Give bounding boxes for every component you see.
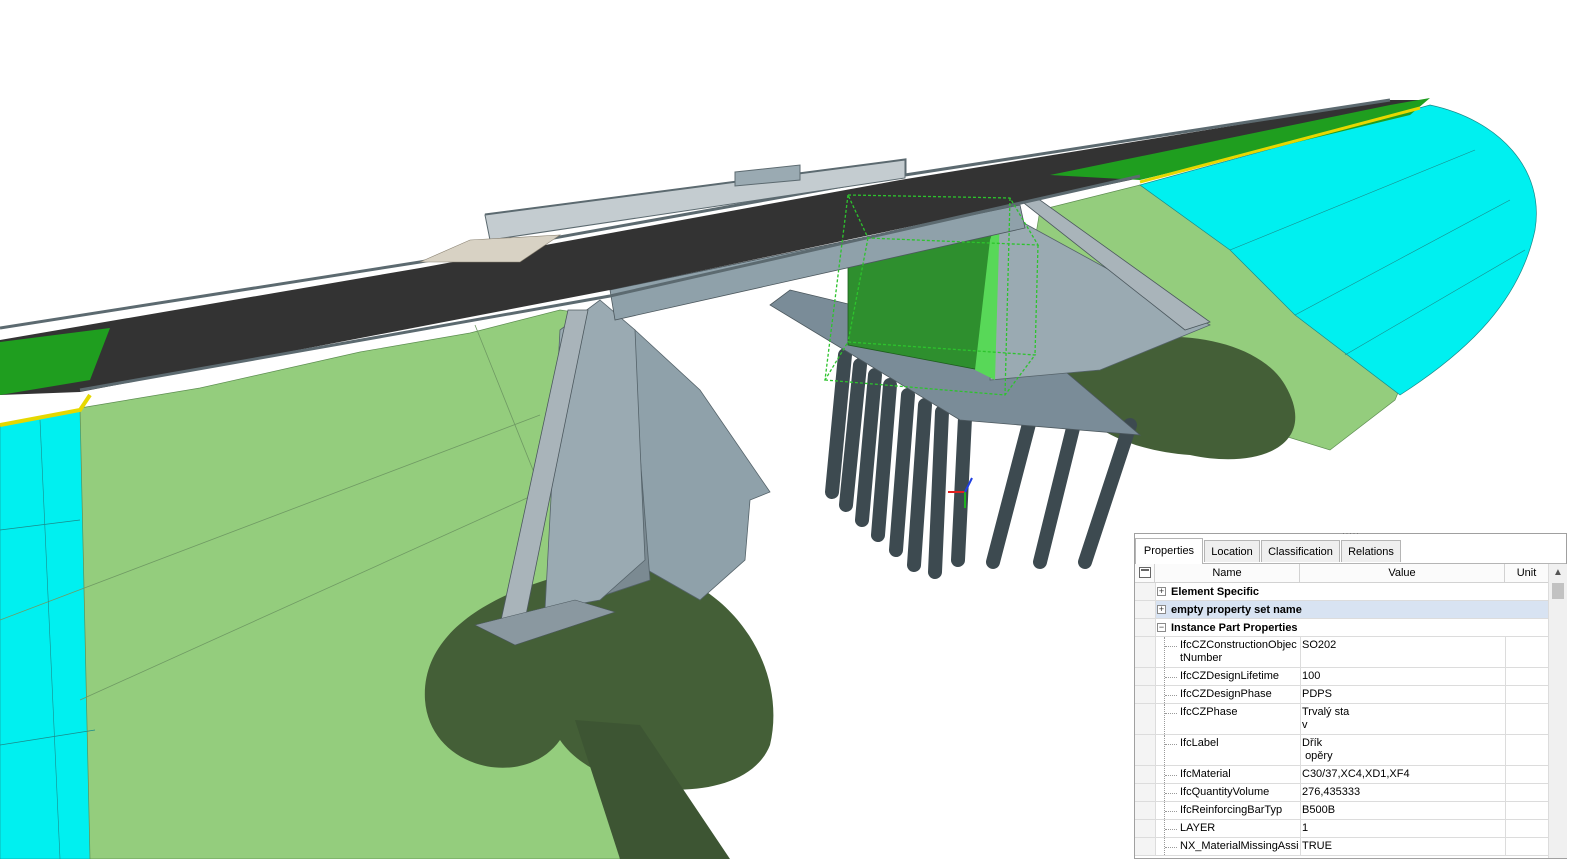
property-row[interactable]: IfcQuantityVolume 276,435333 — [1135, 784, 1548, 802]
group-row-instance-part-properties[interactable]: − Instance Part Properties — [1135, 619, 1548, 637]
scrollbar-thumb[interactable] — [1552, 583, 1564, 599]
property-row[interactable]: IfcLabel Dřík opěry — [1135, 735, 1548, 766]
row-gutter — [1135, 784, 1156, 801]
row-gutter — [1135, 735, 1156, 765]
property-name: IfcReinforcingBarTyp — [1180, 804, 1283, 816]
property-name: LAYER — [1180, 822, 1216, 834]
property-name: IfcCZConstructionObjectNumber — [1180, 639, 1297, 664]
property-value[interactable]: TRUE — [1302, 840, 1502, 853]
property-value[interactable]: PDPS — [1302, 688, 1502, 701]
property-row[interactable]: NX_MaterialMissingAssig TRUE — [1135, 838, 1548, 856]
expand-icon[interactable]: + — [1157, 605, 1166, 614]
row-gutter — [1135, 766, 1156, 783]
row-gutter — [1135, 583, 1156, 600]
row-gutter — [1135, 838, 1156, 855]
row-gutter — [1135, 619, 1156, 636]
group-label: empty property set name — [1171, 604, 1302, 616]
left-abutment-wing — [629, 329, 771, 601]
row-gutter — [1135, 704, 1156, 734]
property-value[interactable]: SO202 — [1302, 639, 1502, 652]
column-header-name[interactable]: Name — [1155, 564, 1300, 582]
property-name: IfcQuantityVolume — [1180, 786, 1270, 798]
scroll-up-icon[interactable]: ▲ — [1549, 564, 1567, 581]
tree-line — [1164, 637, 1179, 667]
property-name: IfcLabel — [1180, 737, 1219, 749]
property-value[interactable]: 1 — [1302, 822, 1502, 835]
left-slope-surface — [0, 407, 96, 859]
grid-header: Name Value Unit — [1135, 564, 1548, 583]
property-name: IfcCZDesignPhase — [1180, 688, 1272, 700]
property-name: IfcCZDesignLifetime — [1180, 670, 1280, 682]
property-row[interactable]: LAYER 1 — [1135, 820, 1548, 838]
group-row-empty-property-set[interactable]: + empty property set name — [1135, 601, 1548, 619]
property-value[interactable]: B500B — [1302, 804, 1502, 817]
property-row[interactable]: IfcReinforcingBarTyp B500B — [1135, 802, 1548, 820]
column-header-value[interactable]: Value — [1300, 564, 1505, 582]
tree-line — [1164, 766, 1179, 783]
group-label: Instance Part Properties — [1171, 622, 1298, 634]
row-gutter — [1135, 601, 1156, 618]
property-row[interactable]: IfcCZConstructionObjectNumber SO202 — [1135, 637, 1548, 668]
tree-line — [1164, 704, 1179, 734]
panel-resize-grip[interactable]: ..... — [1340, 527, 1362, 536]
grid-options-cell — [1135, 564, 1155, 582]
row-gutter — [1135, 802, 1156, 819]
property-grid: Name Value Unit + Element Specific + emp… — [1135, 564, 1548, 860]
properties-panel: ..... Properties Location Classification… — [1134, 527, 1567, 860]
vertical-scrollbar[interactable]: ▲ — [1548, 564, 1567, 858]
row-gutter — [1135, 668, 1156, 685]
tree-line — [1164, 838, 1179, 855]
tree-line — [1164, 802, 1179, 819]
group-label: Element Specific — [1171, 586, 1260, 598]
row-gutter — [1135, 686, 1156, 703]
property-row[interactable]: IfcCZDesignPhase PDPS — [1135, 686, 1548, 704]
property-value[interactable]: 100 — [1302, 670, 1502, 683]
row-gutter — [1135, 820, 1156, 837]
tab-classification[interactable]: Classification — [1261, 540, 1340, 562]
column-header-unit[interactable]: Unit — [1505, 564, 1548, 582]
property-value[interactable]: Dřík opěry — [1302, 737, 1502, 763]
property-value[interactable]: C30/37,XC4,XD1,XF4 — [1302, 768, 1502, 781]
tab-relations[interactable]: Relations — [1341, 540, 1401, 562]
row-gutter — [1135, 637, 1156, 667]
tree-line — [1164, 735, 1179, 765]
property-row[interactable]: IfcCZPhase Trvalý sta v — [1135, 704, 1548, 735]
property-name: IfcMaterial — [1180, 768, 1231, 780]
property-name: NX_MaterialMissingAssig — [1180, 840, 1298, 852]
property-row[interactable]: IfcCZDesignLifetime 100 — [1135, 668, 1548, 686]
group-row-element-specific[interactable]: + Element Specific — [1135, 583, 1548, 601]
panel-tabs: Properties Location Classification Relat… — [1135, 538, 1566, 564]
collapse-icon[interactable]: − — [1157, 623, 1166, 632]
property-name: IfcCZPhase — [1180, 706, 1238, 718]
property-value[interactable]: 276,435333 — [1302, 786, 1502, 799]
tab-properties[interactable]: Properties — [1135, 538, 1203, 564]
tree-line — [1164, 784, 1179, 801]
tab-location[interactable]: Location — [1204, 540, 1260, 562]
property-row[interactable]: IfcMaterial C30/37,XC4,XD1,XF4 — [1135, 766, 1548, 784]
tree-line — [1164, 668, 1179, 685]
grid-options-icon[interactable] — [1139, 567, 1151, 578]
tree-line — [1164, 820, 1179, 837]
property-value[interactable]: Trvalý sta v — [1302, 706, 1502, 732]
expand-icon[interactable]: + — [1157, 587, 1166, 596]
tree-line — [1164, 686, 1179, 703]
